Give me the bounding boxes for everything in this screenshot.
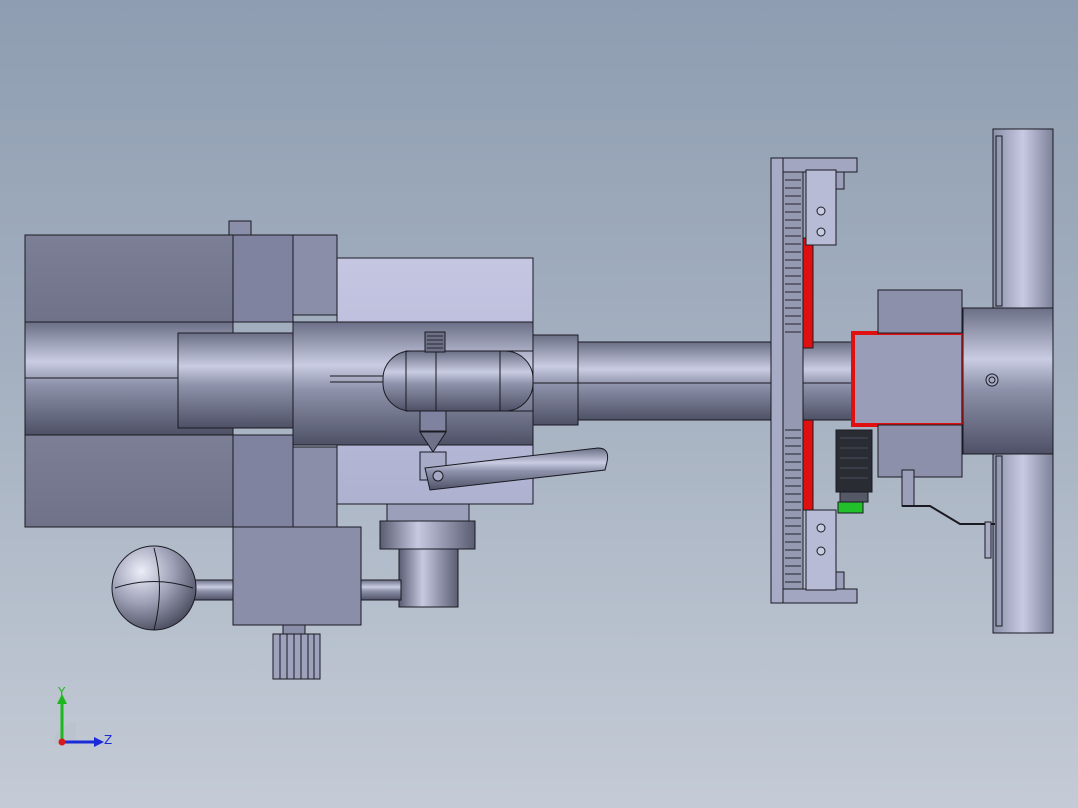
bracket	[901, 469, 995, 559]
ball-knob[interactable]	[111, 545, 235, 631]
stepper-motor	[835, 429, 873, 514]
x-axis-point	[58, 738, 66, 746]
knob-block	[232, 526, 402, 626]
z-axis-arrow	[94, 737, 104, 747]
cad-viewport[interactable]	[0, 0, 1078, 808]
end-flange	[962, 128, 1054, 634]
axis-triad: Y Z	[54, 685, 112, 747]
z-axis-label: Z	[104, 733, 112, 747]
knurled-wheel[interactable]	[272, 624, 321, 680]
y-axis-label: Y	[57, 685, 66, 699]
